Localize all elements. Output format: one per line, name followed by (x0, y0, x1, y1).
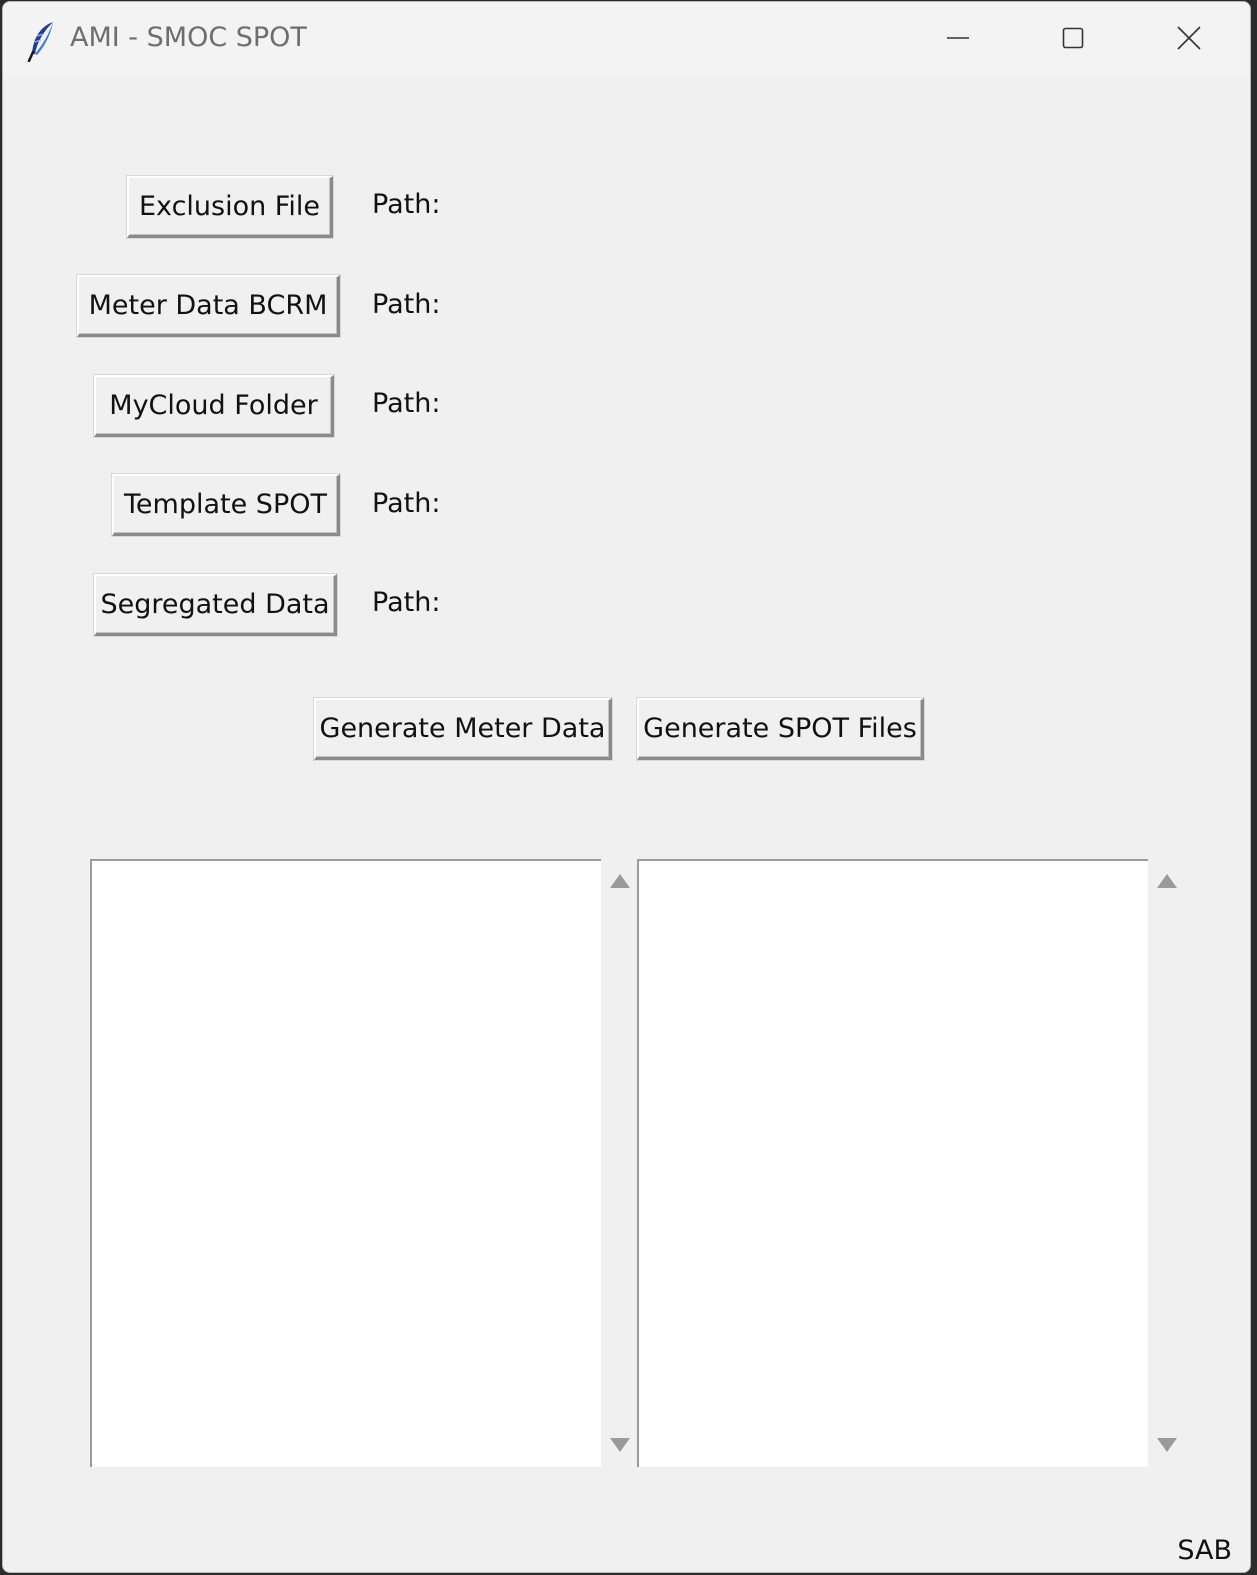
scroll-up-arrow-icon[interactable] (609, 873, 631, 889)
meter-data-log-listbox[interactable] (90, 859, 601, 1467)
spot-files-log-scrollbar[interactable] (1149, 859, 1185, 1467)
maximize-icon (1062, 27, 1084, 49)
window-title: AMI - SMOC SPOT (70, 22, 307, 53)
template-spot-button[interactable]: Template SPOT (112, 474, 340, 536)
main-content: Exclusion File Path: Meter Data BCRM Pat… (3, 78, 1250, 1572)
close-button[interactable] (1159, 14, 1219, 62)
scroll-down-arrow-icon[interactable] (1156, 1437, 1178, 1453)
meter-data-bcrm-button[interactable]: Meter Data BCRM (77, 275, 340, 337)
app-window: AMI - SMOC SPOT Exclusion File Path: Met… (2, 1, 1251, 1573)
scroll-down-arrow-icon[interactable] (609, 1437, 631, 1453)
footer-initials: SAB (1177, 1535, 1232, 1566)
meter-data-bcrm-path-label: Path: (372, 289, 441, 320)
feather-icon (27, 22, 53, 62)
generate-spot-files-button[interactable]: Generate SPOT Files (637, 698, 924, 760)
minimize-button[interactable] (928, 14, 988, 62)
scroll-up-arrow-icon[interactable] (1156, 873, 1178, 889)
close-icon (1177, 26, 1201, 50)
segregated-data-button[interactable]: Segregated Data (94, 574, 337, 636)
meter-data-log-scrollbar[interactable] (602, 859, 638, 1467)
exclusion-file-path-label: Path: (372, 189, 441, 220)
title-bar[interactable]: AMI - SMOC SPOT (3, 2, 1250, 78)
mycloud-folder-path-label: Path: (372, 388, 441, 419)
segregated-data-path-label: Path: (372, 587, 441, 618)
generate-meter-data-button[interactable]: Generate Meter Data (314, 698, 612, 760)
mycloud-folder-button[interactable]: MyCloud Folder (94, 375, 334, 437)
minimize-icon (947, 37, 969, 39)
maximize-button[interactable] (1043, 14, 1103, 62)
template-spot-path-label: Path: (372, 488, 441, 519)
exclusion-file-button[interactable]: Exclusion File (127, 176, 333, 238)
spot-files-log-listbox[interactable] (637, 859, 1148, 1467)
